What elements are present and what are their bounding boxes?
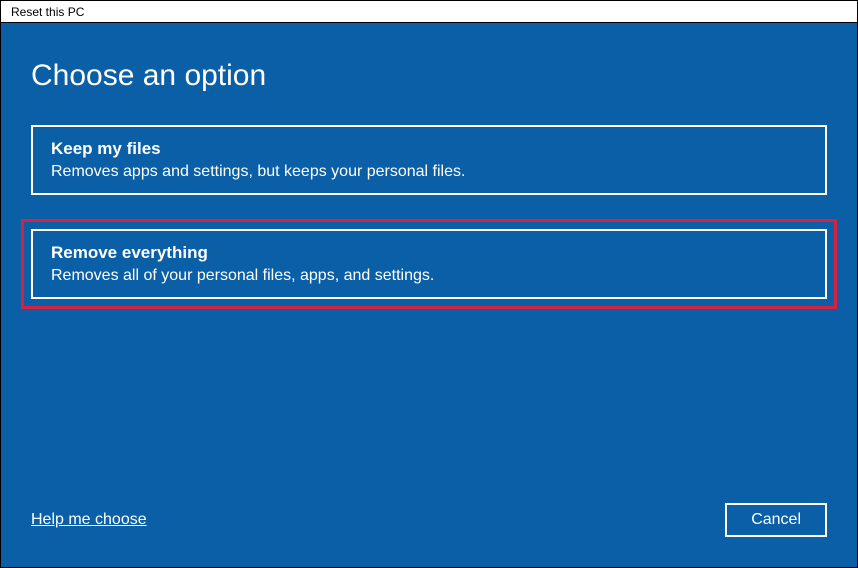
dialog-footer: Help me choose Cancel xyxy=(31,503,827,537)
option-title: Keep my files xyxy=(51,139,807,159)
reset-pc-window: Reset this PC Choose an option Keep my f… xyxy=(0,0,858,568)
window-titlebar: Reset this PC xyxy=(1,1,857,23)
window-title: Reset this PC xyxy=(11,5,84,19)
option-description: Removes all of your personal files, apps… xyxy=(51,267,807,285)
option-keep-my-files[interactable]: Keep my files Removes apps and settings,… xyxy=(31,125,827,195)
highlight-frame: Remove everything Removes all of your pe… xyxy=(21,219,837,309)
dialog-heading: Choose an option xyxy=(31,59,827,93)
option-description: Removes apps and settings, but keeps you… xyxy=(51,163,807,181)
option-title: Remove everything xyxy=(51,243,807,263)
cancel-button[interactable]: Cancel xyxy=(725,503,827,537)
option-remove-everything[interactable]: Remove everything Removes all of your pe… xyxy=(31,229,827,299)
dialog-content: Choose an option Keep my files Removes a… xyxy=(1,23,857,567)
help-me-choose-link[interactable]: Help me choose xyxy=(31,511,147,529)
